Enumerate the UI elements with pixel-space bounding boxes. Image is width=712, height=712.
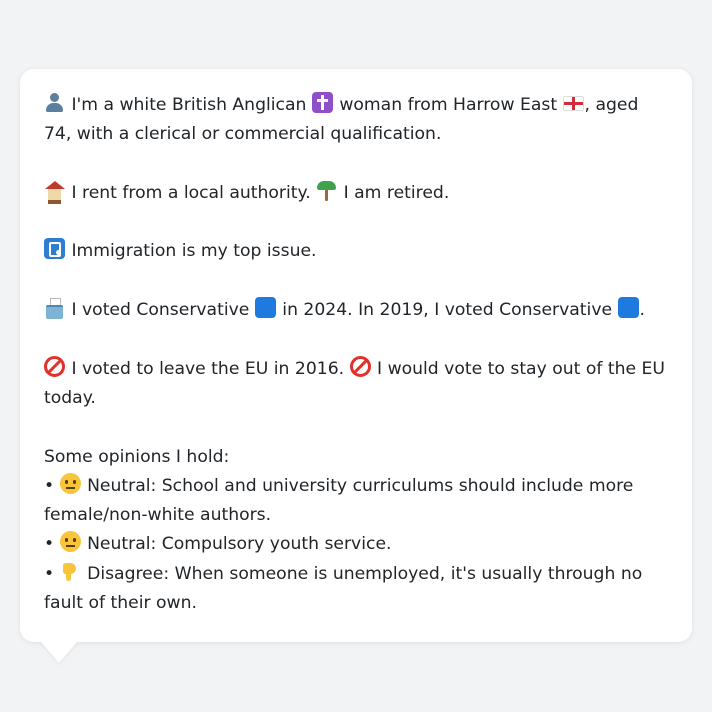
person-silhouette-icon — [44, 92, 65, 113]
no-entry-icon — [44, 355, 65, 377]
issue-paragraph: Immigration is my top issue. — [44, 237, 668, 266]
profile-card: I'm a white British Anglican woman from … — [20, 69, 692, 642]
opinion-text: Neutral: Compulsory youth service. — [87, 534, 392, 555]
bullet: • — [44, 475, 55, 496]
passport-control-icon — [44, 238, 65, 260]
england-flag-icon — [562, 96, 584, 111]
bullet: • — [44, 563, 55, 584]
neutral-face-icon — [59, 472, 81, 494]
opinion-item: • Neutral: Compulsory youth service. — [44, 530, 668, 559]
housing-paragraph: I rent from a local authority. I am reti… — [44, 179, 668, 208]
vote-text-end: . — [639, 300, 646, 321]
house-icon — [44, 180, 65, 204]
vote-text-2: in 2024. In 2019, I voted Conservative — [282, 300, 613, 321]
intro-text-2: woman from Harrow East — [339, 95, 558, 115]
thumbs-down-icon — [60, 561, 81, 582]
opinion-text: Neutral: School and university curriculu… — [44, 475, 634, 526]
eu-paragraph: I voted to leave the EU in 2016. I would… — [44, 355, 668, 414]
vote-text-1: I voted Conservative — [71, 300, 250, 321]
opinions-section: Some opinions I hold: • Neutral: School … — [44, 443, 668, 619]
no-entry-icon — [349, 355, 371, 377]
palm-tree-icon — [316, 180, 337, 201]
issue-text: Immigration is my top issue. — [71, 241, 317, 262]
intro-paragraph: I'm a white British Anglican woman from … — [44, 91, 668, 150]
work-text: I am retired. — [343, 182, 450, 203]
latin-cross-icon — [311, 92, 333, 113]
opinion-item: • Neutral: School and university curricu… — [44, 472, 668, 531]
blue-square-icon — [617, 297, 639, 319]
bullet: • — [44, 534, 55, 555]
blue-square-icon — [254, 297, 276, 319]
neutral-face-icon — [59, 531, 81, 553]
opinion-item: • Disagree: When someone is unemployed, … — [44, 560, 668, 619]
eu-text-1: I voted to leave the EU in 2016. — [71, 358, 345, 379]
opinion-text: Disagree: When someone is unemployed, it… — [44, 563, 643, 614]
vote-paragraph: I voted Conservative in 2024. In 2019, I… — [44, 296, 668, 325]
housing-text: I rent from a local authority. — [71, 182, 311, 203]
intro-text-1: I'm a white British Anglican — [71, 95, 307, 115]
ballot-box-icon — [44, 297, 65, 320]
speech-bubble-tail — [40, 641, 78, 663]
opinions-heading: Some opinions I hold: — [44, 446, 230, 467]
